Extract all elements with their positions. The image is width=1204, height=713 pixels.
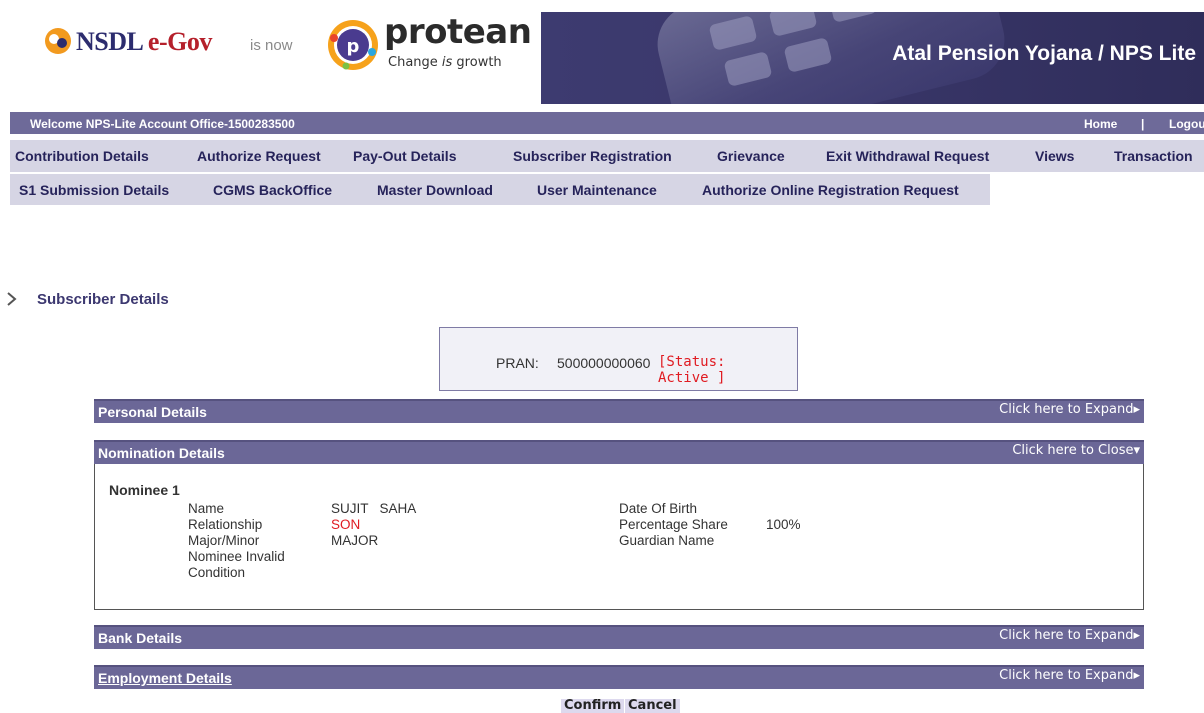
main-menu-row-1: Contribution Details Authorize Request P… (10, 140, 1204, 172)
menu-item-grievance[interactable]: Grievance (717, 148, 785, 164)
welcome-bar: Welcome NPS-Lite Account Office-15002835… (10, 112, 1204, 134)
nsdl-brand: NSDL (76, 27, 142, 56)
nsdl-logo-icon (45, 28, 71, 54)
cancel-button[interactable]: Cancel (625, 699, 680, 713)
guardian-name-label: Guardian Name (619, 533, 715, 548)
panel-toggle-expand[interactable]: Click here to Expand▸ (999, 402, 1140, 417)
menu-item-exit-withdrawal-request[interactable]: Exit Withdrawal Request (826, 148, 989, 164)
panel-bank-details[interactable]: Bank Details Click here to Expand▸ (94, 625, 1144, 649)
expand-arrow-icon: ▸ (1133, 668, 1140, 683)
nomination-details-body: Nominee 1 Name SUJIT SAHA Relationship S… (94, 464, 1144, 610)
panel-toggle-expand[interactable]: Click here to Expand▸ (999, 668, 1140, 683)
expand-arrow-icon: ▸ (1133, 628, 1140, 643)
panel-shade (94, 399, 1144, 401)
dob-label: Date Of Birth (619, 501, 698, 516)
tagline-part-1: Change (388, 55, 442, 70)
pran-box: PRAN: 500000000060 [Status: Active ] (439, 327, 798, 391)
expand-arrow-icon: ▸ (1133, 402, 1140, 417)
percentage-share-value: 100% (766, 517, 801, 532)
panel-shade (94, 625, 1144, 627)
menu-item-authorize-request[interactable]: Authorize Request (197, 148, 321, 164)
tagline-part-2: is (441, 55, 453, 70)
panel-employment-details[interactable]: Employment Details Click here to Expand▸ (94, 665, 1144, 689)
collapse-arrow-icon: ▾ (1133, 443, 1140, 458)
svg-text:p: p (347, 36, 360, 57)
nominee-invalid-label-1: Nominee Invalid (188, 549, 285, 564)
menu-item-views[interactable]: Views (1035, 148, 1074, 164)
nav-separator: | (1141, 117, 1145, 131)
menu-item-contribution-details[interactable]: Contribution Details (15, 148, 149, 164)
protean-brand: protean (384, 12, 532, 52)
relationship-label: Relationship (188, 517, 263, 532)
panel-toggle-close[interactable]: Click here to Close▾ (1012, 443, 1140, 458)
panel-title: Personal Details (98, 404, 207, 420)
percentage-share-label: Percentage Share (619, 517, 728, 532)
pran-value: 500000000060 (557, 355, 651, 371)
major-minor-value: MAJOR (331, 533, 379, 548)
toggle-label: Click here to Expand (999, 402, 1134, 417)
main-menu-row-2: S1 Submission Details CGMS BackOffice Ma… (10, 174, 990, 205)
pran-label: PRAN: (496, 355, 539, 371)
pran-status-line-1: [Status: (658, 354, 726, 370)
tagline-part-3: growth (452, 55, 502, 70)
menu-item-cgms-backoffice[interactable]: CGMS BackOffice (213, 182, 332, 198)
toggle-label: Click here to Close (1012, 443, 1134, 458)
banner-title: Atal Pension Yojana / NPS Lite (892, 42, 1196, 65)
major-minor-label: Major/Minor (188, 533, 260, 548)
pran-status: [Status: Active ] (658, 354, 768, 386)
panel-shade (94, 440, 1144, 442)
is-now-text: is now (250, 37, 293, 54)
panel-title: Nomination Details (98, 445, 225, 461)
nominee-heading: Nominee 1 (109, 482, 180, 498)
egov-brand: e-Gov (147, 27, 212, 56)
relationship-value: SON (331, 517, 361, 532)
section-bullet-icon (7, 292, 17, 306)
welcome-text: Welcome NPS-Lite Account Office-15002835… (30, 117, 295, 131)
pran-status-line-2: Active ] (658, 370, 726, 386)
nsdl-egov-logo-text: NSDL e-Gov (76, 27, 212, 57)
section-title: Subscriber Details (37, 291, 169, 308)
menu-item-transaction[interactable]: Transaction (1114, 148, 1193, 164)
panel-personal-details[interactable]: Personal Details Click here to Expand▸ (94, 399, 1144, 423)
header-banner: Atal Pension Yojana / NPS Lite (541, 12, 1204, 104)
panel-toggle-expand[interactable]: Click here to Expand▸ (999, 628, 1140, 643)
home-link[interactable]: Home (1084, 117, 1117, 131)
panel-shade (94, 665, 1144, 667)
panel-title: Bank Details (98, 630, 183, 646)
nominee-name-label: Name (188, 501, 225, 516)
menu-item-master-download[interactable]: Master Download (377, 182, 493, 198)
confirm-button[interactable]: Confirm (561, 699, 625, 713)
menu-item-payout-details[interactable]: Pay-Out Details (353, 148, 456, 164)
nominee-name-value: SUJIT SAHA (331, 501, 417, 516)
menu-item-subscriber-registration[interactable]: Subscriber Registration (513, 148, 672, 164)
menu-item-authorize-online-registration[interactable]: Authorize Online Registration Request (702, 182, 959, 198)
panel-nomination-details[interactable]: Nomination Details Click here to Close▾ (94, 440, 1144, 464)
nominee-invalid-label-2: Condition (188, 565, 246, 580)
toggle-label: Click here to Expand (999, 668, 1134, 683)
panel-title: Employment Details (98, 670, 232, 686)
menu-item-s1-submission-details[interactable]: S1 Submission Details (19, 182, 169, 198)
menu-item-user-maintenance[interactable]: User Maintenance (537, 182, 657, 198)
toggle-label: Click here to Expand (999, 628, 1134, 643)
protean-tagline: Change is growth (388, 55, 502, 70)
logout-link[interactable]: Logout (1169, 117, 1204, 131)
protean-logo-icon: p (328, 20, 378, 70)
